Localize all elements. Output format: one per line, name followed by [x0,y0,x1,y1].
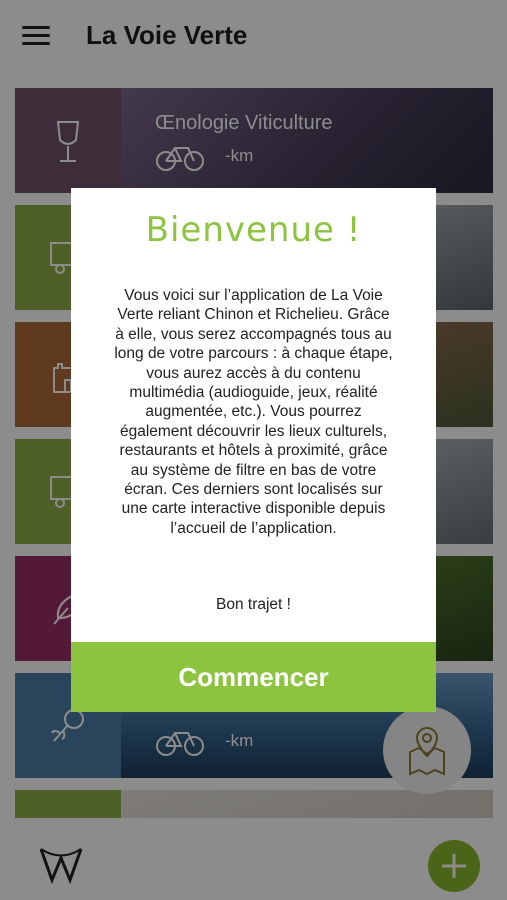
welcome-dialog: Bienvenue ! Vous voici sur l’application… [71,188,436,712]
dialog-body: Vous voici sur l’application de La Voie … [114,287,393,537]
dialog-title: Bienvenue ! [145,210,362,250]
start-button[interactable]: Commencer [71,642,436,712]
dialog-greeting: Bon trajet ! [216,596,291,613]
